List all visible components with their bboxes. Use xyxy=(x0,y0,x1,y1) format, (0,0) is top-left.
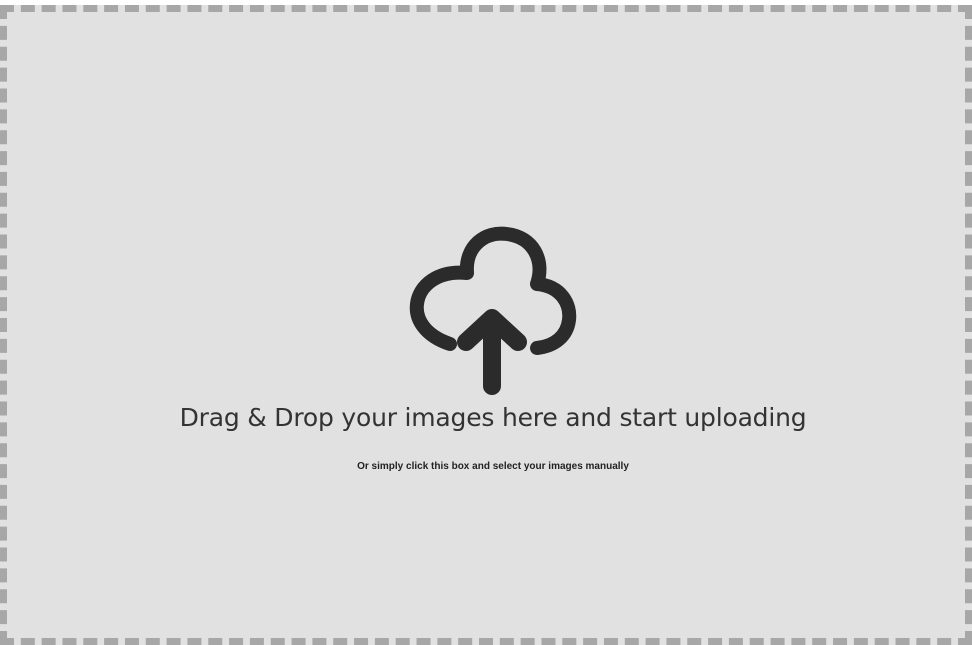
upload-instructions-subtitle: Or simply click this box and select your… xyxy=(357,461,629,472)
image-upload-dropzone[interactable]: Drag & Drop your images here and start u… xyxy=(0,5,972,645)
upload-instructions-title: Drag & Drop your images here and start u… xyxy=(179,403,807,432)
cloud-upload-icon xyxy=(409,226,577,398)
